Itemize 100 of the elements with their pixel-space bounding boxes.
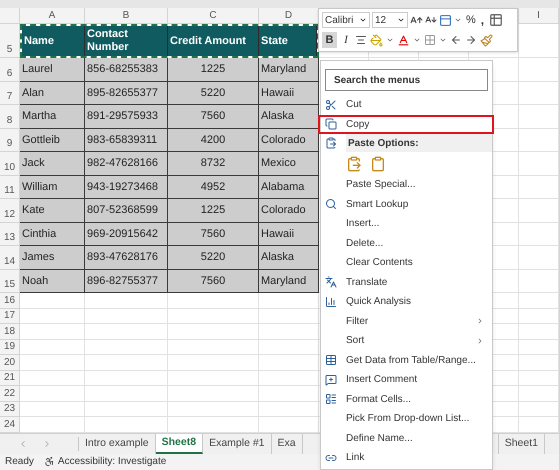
percent-style-button[interactable]: % — [466, 12, 476, 28]
table-cell: Hawaii — [259, 82, 319, 105]
row-number[interactable]: 13 — [0, 222, 20, 246]
table-cell: 943-19273468 — [85, 176, 168, 199]
row-number[interactable]: 24 — [0, 417, 20, 432]
table-cell: 896-82755377 — [85, 270, 168, 293]
row-number[interactable]: 7 — [0, 82, 20, 105]
caret-icon[interactable] — [386, 36, 394, 44]
table-cell: James — [20, 246, 85, 270]
table-cell: 1225 — [168, 199, 259, 222]
table-cell: 969-20915642 — [85, 222, 168, 246]
table-cell: 982-47628166 — [85, 152, 168, 176]
menu-item[interactable]: Clear Contents — [321, 253, 492, 272]
table-cell: Laurel — [20, 58, 85, 82]
row-number[interactable]: 20 — [0, 355, 20, 370]
menu-item[interactable]: Get Data from Table/Range... — [321, 350, 492, 370]
table-cell: Jack — [20, 152, 85, 176]
row-number[interactable]: 21 — [0, 370, 20, 386]
menu-item[interactable]: Cut — [321, 95, 492, 114]
menu-item[interactable]: Copy — [318, 114, 494, 134]
paste-icon[interactable] — [346, 156, 362, 172]
caret-icon[interactable] — [359, 16, 367, 24]
caret-icon[interactable] — [397, 16, 405, 24]
menu-item[interactable]: Translate — [321, 272, 492, 292]
row-number[interactable]: 14 — [0, 246, 20, 270]
format-painter-icon[interactable] — [480, 34, 493, 46]
fill-color-icon[interactable] — [370, 34, 383, 46]
menu-item[interactable]: Smart Lookup — [321, 194, 492, 214]
table-cell: Hawaii — [259, 222, 319, 246]
copy-icon — [325, 118, 337, 130]
menu-item[interactable]: Delete... — [321, 234, 492, 253]
row-number[interactable]: 18 — [0, 324, 20, 340]
table-cell: Alaska — [259, 105, 319, 128]
table-cell: Maryland — [259, 270, 319, 293]
column-header[interactable]: B — [85, 8, 168, 24]
row-number[interactable]: 15 — [0, 270, 20, 293]
sheet-tab[interactable]: Sheet8 — [156, 434, 204, 454]
menu-item[interactable]: Link — [321, 448, 492, 468]
row-number[interactable]: 16 — [0, 293, 20, 308]
row-number[interactable]: 9 — [0, 128, 20, 152]
row-number[interactable]: 11 — [0, 176, 20, 199]
row-number[interactable]: 19 — [0, 340, 20, 355]
row-number[interactable]: 5 — [0, 24, 20, 58]
table-cell: Alabama — [259, 176, 319, 199]
row-number[interactable]: 10 — [0, 152, 20, 176]
font-size-dropdown[interactable]: 12 — [372, 12, 408, 28]
row-number[interactable]: 6 — [0, 58, 20, 82]
header-cell: Contact Number — [85, 26, 168, 56]
header-cell: State — [259, 26, 317, 56]
column-header[interactable]: I — [519, 8, 559, 24]
table-icon[interactable] — [489, 13, 504, 27]
menu-item[interactable]: Format Cells... — [321, 390, 492, 409]
caret-icon[interactable] — [454, 16, 462, 24]
menu-item[interactable]: Paste Special... — [321, 175, 492, 194]
table-cell: 4952 — [168, 176, 259, 199]
caret-icon[interactable] — [439, 36, 447, 44]
row-number[interactable]: 8 — [0, 105, 20, 128]
font-color-icon[interactable] — [397, 34, 410, 46]
italic-button[interactable]: I — [340, 32, 352, 48]
caret-icon[interactable] — [413, 36, 421, 44]
status-text: Ready — [5, 455, 34, 469]
row-number[interactable]: 23 — [0, 402, 20, 417]
search-field[interactable]: Search the menus — [325, 69, 488, 91]
comma-style-button[interactable]: , — [478, 11, 488, 29]
accessibility-status[interactable]: Accessibility: Investigate — [58, 454, 166, 469]
table-icon — [325, 354, 337, 366]
column-header[interactable]: D — [259, 8, 319, 24]
row-number[interactable]: 12 — [0, 199, 20, 222]
table-cell: 856-68255383 — [85, 58, 168, 82]
bold-button[interactable]: B — [322, 32, 337, 48]
translate-icon — [325, 276, 337, 288]
table-cell: 891-29575933 — [85, 105, 168, 128]
search-icon — [325, 198, 337, 210]
header-cell: Name — [22, 26, 85, 56]
list-icon — [325, 393, 337, 406]
table-cell: William — [20, 176, 85, 199]
table-cell: 983-65839311 — [85, 128, 168, 152]
menu-item[interactable]: Insert... — [321, 214, 492, 234]
table-cell: 1225 — [168, 58, 259, 82]
table-cell: 8732 — [168, 152, 259, 176]
menu-item[interactable]: Filter — [321, 312, 492, 331]
menu-item[interactable]: Quick Analysis — [321, 292, 492, 312]
menu-item[interactable]: Define Name... — [321, 428, 492, 448]
column-header[interactable]: C — [168, 8, 259, 24]
menu-section-header: Paste Options: — [346, 134, 492, 152]
menu-item[interactable]: Pick From Drop-down List... — [321, 409, 492, 428]
row-number[interactable]: 22 — [0, 386, 20, 402]
row-number[interactable]: 17 — [0, 308, 20, 324]
chart-icon — [325, 296, 337, 308]
menu-item[interactable]: Sort — [321, 331, 492, 350]
table-cell: Kate — [20, 199, 85, 222]
scissors-icon — [325, 98, 337, 111]
table-cell: Alaska — [259, 246, 319, 270]
font-name-dropdown[interactable]: Calibri — [322, 12, 370, 28]
table-cell: Gottleib — [20, 128, 85, 152]
menu-item[interactable]: Insert Comment — [321, 370, 492, 390]
paste-values-icon[interactable] — [370, 156, 386, 172]
table-cell: Mexico — [259, 152, 319, 176]
column-header[interactable]: A — [20, 8, 85, 24]
align-center-icon[interactable] — [355, 34, 367, 46]
